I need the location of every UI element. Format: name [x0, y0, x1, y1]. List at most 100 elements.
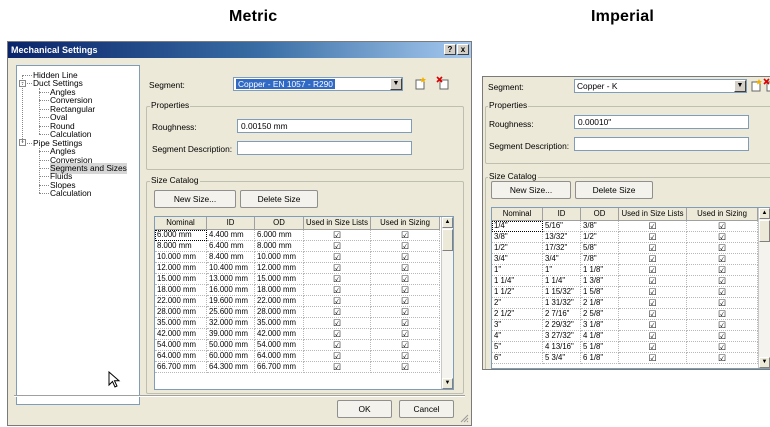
- column-header[interactable]: Used in Size Lists: [619, 208, 687, 221]
- segment-dropdown[interactable]: Copper - EN 1057 - R290 ▼: [233, 77, 403, 91]
- table-cell[interactable]: 35.000 mm: [255, 318, 304, 329]
- checkbox-icon[interactable]: ☑: [619, 331, 687, 342]
- table-cell[interactable]: 32.000 mm: [207, 318, 255, 329]
- table-row[interactable]: 1 1/4" 1 1/4" 1 3/8" ☑ ☑: [492, 276, 758, 287]
- checkbox-icon[interactable]: ☑: [687, 331, 758, 342]
- checkbox-icon[interactable]: ☑: [619, 342, 687, 353]
- delete-segment-icon[interactable]: [763, 78, 770, 92]
- checkbox-icon[interactable]: ☑: [619, 287, 687, 298]
- table-cell[interactable]: 5/16": [543, 221, 581, 232]
- table-row[interactable]: 35.000 mm 32.000 mm 35.000 mm ☑ ☑: [155, 318, 440, 329]
- table-cell[interactable]: 3/4": [543, 254, 581, 265]
- table-row[interactable]: 3/8" 13/32" 1/2" ☑ ☑: [492, 232, 758, 243]
- chevron-down-icon[interactable]: ▼: [734, 80, 746, 92]
- table-cell[interactable]: 15.000 mm: [255, 274, 304, 285]
- table-row[interactable]: 42.000 mm 39.000 mm 42.000 mm ☑ ☑: [155, 329, 440, 340]
- checkbox-icon[interactable]: ☑: [304, 241, 371, 252]
- checkbox-icon[interactable]: ☑: [304, 340, 371, 351]
- table-row[interactable]: 1/4" 5/16" 3/8" ☑ ☑: [492, 221, 758, 232]
- checkbox-icon[interactable]: ☑: [304, 307, 371, 318]
- table-cell[interactable]: 6.000 mm: [255, 230, 304, 241]
- table-cell[interactable]: 1 3/8": [581, 276, 619, 287]
- dialog-titlebar[interactable]: Mechanical Settings ? x: [8, 42, 471, 58]
- table-cell[interactable]: 8.400 mm: [207, 252, 255, 263]
- table-cell[interactable]: 5/8": [581, 243, 619, 254]
- checkbox-icon[interactable]: ☑: [619, 265, 687, 276]
- scroll-up-icon[interactable]: ▲: [442, 217, 453, 228]
- table-row[interactable]: 22.000 mm 19.600 mm 22.000 mm ☑ ☑: [155, 296, 440, 307]
- cancel-button[interactable]: Cancel: [399, 400, 454, 418]
- checkbox-icon[interactable]: ☑: [371, 263, 440, 274]
- table-cell[interactable]: 66.700 mm: [155, 362, 207, 373]
- table-cell[interactable]: 3/4": [492, 254, 543, 265]
- table-cell[interactable]: 19.600 mm: [207, 296, 255, 307]
- table-row[interactable]: 2 1/2" 2 7/16" 2 5/8" ☑ ☑: [492, 309, 758, 320]
- table-cell[interactable]: 1 1/2": [492, 287, 543, 298]
- checkbox-icon[interactable]: ☑: [304, 351, 371, 362]
- table-cell[interactable]: 1 1/4": [543, 276, 581, 287]
- column-header[interactable]: OD: [581, 208, 619, 221]
- checkbox-icon[interactable]: ☑: [371, 296, 440, 307]
- table-cell[interactable]: 22.000 mm: [255, 296, 304, 307]
- scroll-thumb[interactable]: [442, 229, 453, 251]
- checkbox-icon[interactable]: ☑: [687, 265, 758, 276]
- roughness-field[interactable]: 0.00150 mm: [237, 119, 412, 133]
- table-cell[interactable]: 6": [492, 353, 543, 364]
- table-cell[interactable]: 10.000 mm: [255, 252, 304, 263]
- table-cell[interactable]: 2 29/32": [543, 320, 581, 331]
- table-cell[interactable]: 60.000 mm: [207, 351, 255, 362]
- scroll-up-icon[interactable]: ▲: [759, 208, 770, 219]
- table-cell[interactable]: 2 7/16": [543, 309, 581, 320]
- imperial-segment-dropdown[interactable]: Copper - K ▼: [574, 79, 747, 93]
- checkbox-icon[interactable]: ☑: [687, 320, 758, 331]
- table-row[interactable]: 15.000 mm 13.000 mm 15.000 mm ☑ ☑: [155, 274, 440, 285]
- column-header[interactable]: Used in Size Lists: [304, 217, 371, 230]
- checkbox-icon[interactable]: ☑: [304, 252, 371, 263]
- checkbox-icon[interactable]: ☑: [371, 318, 440, 329]
- column-header[interactable]: Used in Sizing: [371, 217, 440, 230]
- table-cell[interactable]: 12.000 mm: [255, 263, 304, 274]
- table-cell[interactable]: 1/2": [581, 232, 619, 243]
- table-row[interactable]: 66.700 mm 64.300 mm 66.700 mm ☑ ☑: [155, 362, 440, 373]
- checkbox-icon[interactable]: ☑: [304, 318, 371, 329]
- checkbox-icon[interactable]: ☑: [304, 329, 371, 340]
- checkbox-icon[interactable]: ☑: [687, 287, 758, 298]
- table-cell[interactable]: 2 5/8": [581, 309, 619, 320]
- table-cell[interactable]: 28.000 mm: [155, 307, 207, 318]
- table-cell[interactable]: 18.000 mm: [155, 285, 207, 296]
- table-row[interactable]: 12.000 mm 10.400 mm 12.000 mm ☑ ☑: [155, 263, 440, 274]
- column-header[interactable]: ID: [543, 208, 581, 221]
- new-segment-icon[interactable]: [749, 78, 763, 92]
- column-header[interactable]: ID: [207, 217, 255, 230]
- table-cell[interactable]: 8.000 mm: [155, 241, 207, 252]
- table-row[interactable]: 1 1/2" 1 15/32" 1 5/8" ☑ ☑: [492, 287, 758, 298]
- checkbox-icon[interactable]: ☑: [304, 263, 371, 274]
- segment-description-field[interactable]: [237, 141, 412, 155]
- imperial-segment-description-field[interactable]: [574, 137, 749, 151]
- table-cell[interactable]: 42.000 mm: [155, 329, 207, 340]
- table-row[interactable]: 8.000 mm 6.400 mm 8.000 mm ☑ ☑: [155, 241, 440, 252]
- checkbox-icon[interactable]: ☑: [687, 276, 758, 287]
- column-header[interactable]: Nominal: [492, 208, 543, 221]
- checkbox-icon[interactable]: ☑: [371, 351, 440, 362]
- table-cell[interactable]: 4 13/16": [543, 342, 581, 353]
- checkbox-icon[interactable]: ☑: [687, 243, 758, 254]
- column-header[interactable]: OD: [255, 217, 304, 230]
- checkbox-icon[interactable]: ☑: [687, 309, 758, 320]
- table-cell[interactable]: 7/8": [581, 254, 619, 265]
- table-cell[interactable]: 42.000 mm: [255, 329, 304, 340]
- scroll-down-icon[interactable]: ▼: [442, 378, 453, 389]
- table-cell[interactable]: 1 15/32": [543, 287, 581, 298]
- table-row[interactable]: 54.000 mm 50.000 mm 54.000 mm ☑ ☑: [155, 340, 440, 351]
- table-cell[interactable]: 4": [492, 331, 543, 342]
- table-cell[interactable]: 3/8": [492, 232, 543, 243]
- checkbox-icon[interactable]: ☑: [687, 353, 758, 364]
- imperial-delete-size-button[interactable]: Delete Size: [575, 181, 653, 199]
- table-cell[interactable]: 28.000 mm: [255, 307, 304, 318]
- table-cell[interactable]: 15.000 mm: [155, 274, 207, 285]
- table-cell[interactable]: 12.000 mm: [155, 263, 207, 274]
- checkbox-icon[interactable]: ☑: [371, 274, 440, 285]
- checkbox-icon[interactable]: ☑: [304, 285, 371, 296]
- table-cell[interactable]: 1": [543, 265, 581, 276]
- table-cell[interactable]: 2 1/2": [492, 309, 543, 320]
